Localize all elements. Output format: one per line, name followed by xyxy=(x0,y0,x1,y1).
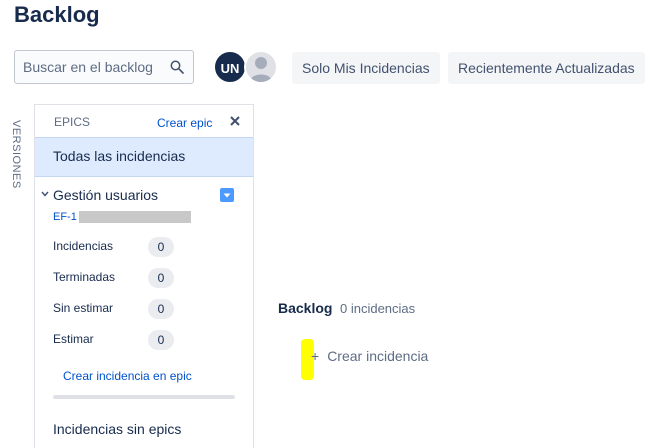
recently-updated-button[interactable]: Recientemente Actualizadas xyxy=(448,52,645,84)
stat-done-count: 0 xyxy=(148,268,174,288)
stat-issues-count: 0 xyxy=(148,237,174,257)
stat-done-label: Terminadas xyxy=(53,270,116,284)
close-icon[interactable] xyxy=(227,113,243,129)
plus-icon: + xyxy=(311,348,320,364)
chevron-down-icon xyxy=(223,193,231,198)
create-issue-button[interactable]: + Crear incidencia xyxy=(311,348,428,364)
versions-tab[interactable]: VERSIONES xyxy=(10,120,28,190)
stat-estimate-count: 0 xyxy=(148,330,174,350)
avatar-un[interactable]: UN xyxy=(213,50,247,84)
epics-header: EPICS xyxy=(54,115,91,129)
all-issues-item[interactable]: Todas las incidencias xyxy=(35,137,253,177)
backlog-issue-count: 0 incidencias xyxy=(340,301,416,316)
create-issue-in-epic-link[interactable]: Crear incidencia en epic xyxy=(63,369,192,383)
search-icon[interactable] xyxy=(170,60,184,74)
stat-unestimated-label: Sin estimar xyxy=(53,301,114,315)
versions-tab-label: VERSIONES xyxy=(10,120,22,189)
epic-progress-bar xyxy=(53,395,235,399)
epic-name[interactable]: Gestión usuarios xyxy=(53,187,158,203)
epics-panel: EPICS Crear epic Todas las incidencias G… xyxy=(34,104,254,448)
stat-unestimated-count: 0 xyxy=(148,299,174,319)
chevron-down-icon[interactable] xyxy=(40,189,50,199)
create-issue-label: Crear incidencia xyxy=(327,348,429,364)
page-title: Backlog xyxy=(14,2,100,27)
only-my-issues-button[interactable]: Solo Mis Incidencias xyxy=(292,52,440,84)
epic-dropdown-button[interactable] xyxy=(220,188,234,202)
redacted-epic-summary xyxy=(79,211,191,223)
issues-without-epics-item[interactable]: Incidencias sin epics xyxy=(53,421,181,437)
avatar-user[interactable] xyxy=(244,50,278,84)
all-issues-label: Todas las incidencias xyxy=(53,148,186,164)
backlog-section-title: Backlog xyxy=(278,300,333,316)
epic-key-link[interactable]: EF-1 xyxy=(53,211,77,223)
stat-issues-label: Incidencias xyxy=(53,239,114,253)
user-icon xyxy=(250,57,272,82)
stat-estimate-label: Estimar xyxy=(53,332,94,346)
search-input[interactable] xyxy=(15,51,173,83)
create-epic-link[interactable]: Crear epic xyxy=(157,116,212,130)
search-box[interactable] xyxy=(14,50,194,84)
